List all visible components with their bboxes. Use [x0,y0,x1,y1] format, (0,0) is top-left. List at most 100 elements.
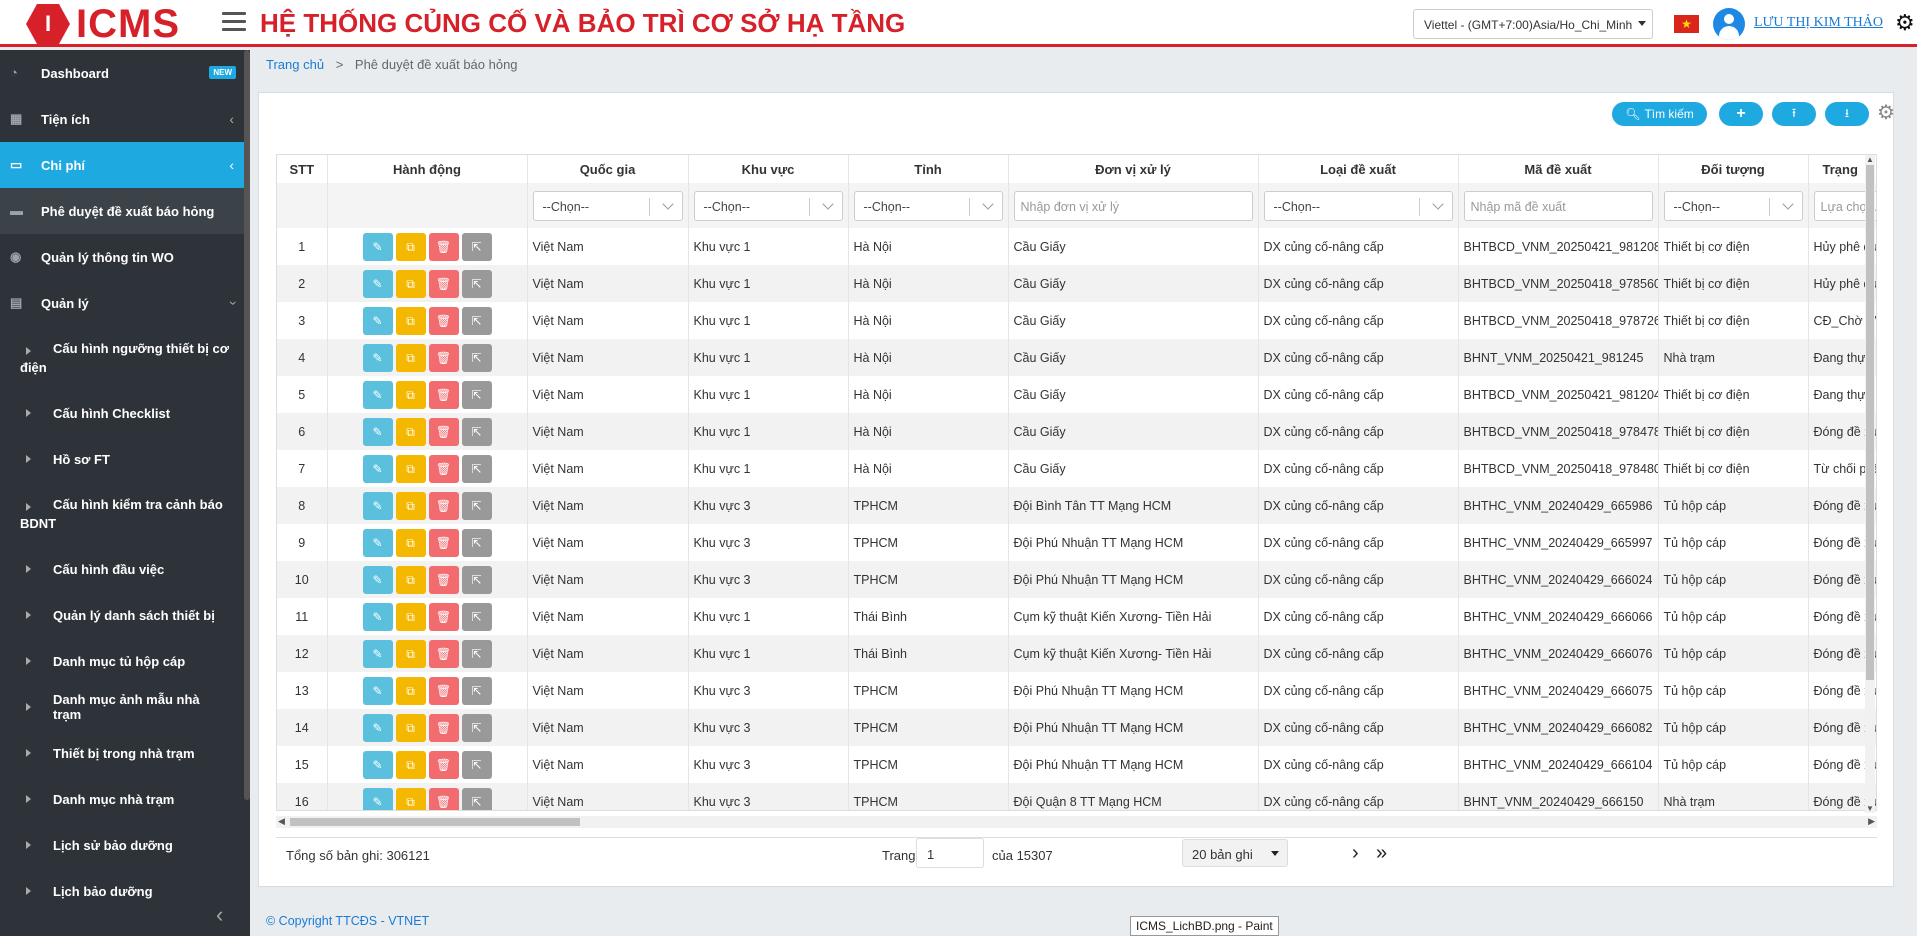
sidebar-item-chi-phi[interactable]: ▭ Chi phí ‹ [0,142,250,188]
scroll-down-icon[interactable]: ▼ [1866,804,1874,813]
edit-button[interactable]: ✎ [362,269,393,298]
delete-button[interactable]: 🗑︎ [428,602,459,631]
edit-button[interactable]: ✎ [362,306,393,335]
delete-button[interactable]: 🗑︎ [428,454,459,483]
scroll-thumb[interactable] [290,818,580,826]
edit-button[interactable]: ✎ [362,417,393,446]
delete-button[interactable]: 🗑︎ [428,417,459,446]
col-header-actions[interactable]: Hành động [327,155,528,183]
table-row[interactable]: 6✎⧉🗑︎⇱⚑Việt NamKhu vực 1Hà NộiCầu GiấyDX… [277,413,1876,450]
table-row[interactable]: 5✎⧉🗑︎⇱⚑Việt NamKhu vực 1Hà NộiCầu GiấyDX… [277,376,1876,413]
sidebar-subitem[interactable]: Quản lý danh sách thiết bị [0,592,250,638]
sidebar-item-phe-duyet[interactable]: ▬ Phê duyệt đề xuất báo hỏng [0,188,250,234]
copy-button[interactable]: ⧉ [395,417,426,446]
add-button[interactable]: + [1719,102,1763,126]
col-header-code[interactable]: Mã đề xuất [1458,155,1659,183]
delete-button[interactable]: 🗑︎ [428,639,459,668]
sidebar-subitem[interactable]: Cấu hình ngưỡng thiết bị cơ điện [0,326,250,390]
table-row[interactable]: 12✎⧉🗑︎⇱⚑Việt NamKhu vực 1Thái BìnhCụm kỹ… [277,635,1876,672]
delete-button[interactable]: 🗑︎ [428,713,459,742]
sidebar-item-dashboard[interactable]: ◔ Dashboard NEW [0,50,250,96]
col-header-country[interactable]: Quốc gia [527,155,689,183]
table-row[interactable]: 1✎⧉🗑︎⇱⚑Việt NamKhu vực 1Hà NộiCầu GiấyDX… [277,228,1876,265]
delete-button[interactable]: 🗑︎ [428,306,459,335]
copy-button[interactable]: ⧉ [395,343,426,372]
copy-button[interactable]: ⧉ [395,750,426,779]
sidebar-subitem[interactable]: Lịch sử bảo dưỡng [0,822,250,868]
table-row[interactable]: 8✎⧉🗑︎⇱⚑Việt NamKhu vực 3TPHCMĐội Bình Tâ… [277,487,1876,524]
collapse-sidebar-icon[interactable]: ‹ [216,904,223,926]
sidebar-subitem[interactable]: Lịch bảo dưỡng [0,868,250,914]
table-row[interactable]: 3✎⧉🗑︎⇱⚑Việt NamKhu vực 1Hà NộiCầu GiấyDX… [277,302,1876,339]
delete-button[interactable]: 🗑︎ [428,380,459,409]
table-row[interactable]: 11✎⧉🗑︎⇱⚑Việt NamKhu vực 1Thái BìnhCụm kỹ… [277,598,1876,635]
col-header-type[interactable]: Loại đề xuất [1258,155,1459,183]
edit-button[interactable]: ✎ [362,787,393,810]
unit-filter-input[interactable]: Nhập đơn vị xử lý [1013,190,1253,221]
copy-button[interactable]: ⧉ [395,454,426,483]
delete-button[interactable]: 🗑︎ [428,565,459,594]
delete-button[interactable]: 🗑︎ [428,750,459,779]
copy-button[interactable]: ⧉ [395,787,426,810]
scroll-right-icon[interactable]: ▶ [1868,816,1875,827]
sidebar-scrollbar[interactable] [244,50,250,800]
sidebar-subitem[interactable]: Cấu hình kiểm tra cảnh báo BDNT [0,482,250,546]
table-row[interactable]: 7✎⧉🗑︎⇱⚑Việt NamKhu vực 1Hà NộiCầu GiấyDX… [277,450,1876,487]
copy-button[interactable]: ⧉ [395,639,426,668]
col-header-unit[interactable]: Đơn vị xử lý [1008,155,1259,183]
edit-button[interactable]: ✎ [362,528,393,557]
sidebar-item-quan-ly-wo[interactable]: ◉ Quản lý thông tin WO [0,234,250,280]
sidebar-subitem[interactable]: Cấu hình đầu việc [0,546,250,592]
sidebar-item-quan-ly[interactable]: ▤ Quản lý ‹ [0,280,250,326]
last-page-icon[interactable]: » [1376,842,1387,865]
edit-button[interactable]: ✎ [362,232,393,261]
sidebar-subitem[interactable]: Danh mục nhà trạm [0,776,250,822]
delete-button[interactable]: 🗑︎ [428,232,459,261]
open-external-button[interactable]: ⇱ [461,528,492,557]
scroll-up-icon[interactable]: ▲ [1866,155,1874,164]
column-settings-gear-icon[interactable]: ⚙ [1877,103,1895,123]
object-filter-select[interactable]: --Chọn-- [1663,190,1803,221]
open-external-button[interactable]: ⇱ [461,454,492,483]
sidebar-item-tien-ich[interactable]: ▦ Tiện ích ‹ [0,96,250,142]
settings-gear-icon[interactable]: ⚙ [1895,12,1915,34]
table-row[interactable]: 4✎⧉🗑︎⇱⚑Việt NamKhu vực 1Hà NộiCầu GiấyDX… [277,339,1876,376]
delete-button[interactable]: 🗑︎ [428,343,459,372]
open-external-button[interactable]: ⇱ [461,639,492,668]
table-row[interactable]: 16✎⧉🗑︎⇱⚑Việt NamKhu vực 3TPHCMĐội Quận 8… [277,783,1876,810]
sidebar-subitem[interactable]: Thiết bị trong nhà trạm [0,730,250,776]
province-filter-select[interactable]: --Chọn-- [853,190,1003,221]
delete-button[interactable]: 🗑︎ [428,528,459,557]
col-header-stt[interactable]: STT [277,155,328,183]
edit-button[interactable]: ✎ [362,676,393,705]
edit-button[interactable]: ✎ [362,565,393,594]
copy-button[interactable]: ⧉ [395,380,426,409]
breadcrumb-home-link[interactable]: Trang chủ [266,57,324,72]
page-size-select[interactable]: 20 bản ghi [1182,839,1288,867]
open-external-button[interactable]: ⇱ [461,787,492,810]
delete-button[interactable]: 🗑︎ [428,491,459,520]
open-external-button[interactable]: ⇱ [461,676,492,705]
page-number-input[interactable]: 1 [916,838,984,868]
type-filter-select[interactable]: --Chọn-- [1263,190,1453,221]
col-header-object[interactable]: Đối tượng [1658,155,1809,183]
vietnam-flag-icon[interactable]: ★ [1674,15,1699,33]
sidebar-subitem[interactable]: Cấu hình Checklist [0,390,250,436]
open-external-button[interactable]: ⇱ [461,306,492,335]
country-filter-select[interactable]: --Chọn-- [532,190,683,221]
open-external-button[interactable]: ⇱ [461,565,492,594]
copy-button[interactable]: ⧉ [395,306,426,335]
copy-button[interactable]: ⧉ [395,713,426,742]
next-page-icon[interactable]: › [1352,842,1359,865]
scroll-left-icon[interactable]: ◀ [278,816,285,827]
logo[interactable]: I ICMS [26,2,180,46]
edit-button[interactable]: ✎ [362,602,393,631]
table-row[interactable]: 10✎⧉🗑︎⇱⚑Việt NamKhu vực 3TPHCMĐội Phú Nh… [277,561,1876,598]
table-row[interactable]: 15✎⧉🗑︎⇱⚑Việt NamKhu vực 3TPHCMĐội Phú Nh… [277,746,1876,783]
copy-button[interactable]: ⧉ [395,232,426,261]
open-external-button[interactable]: ⇱ [461,713,492,742]
open-external-button[interactable]: ⇱ [461,343,492,372]
copy-button[interactable]: ⧉ [395,491,426,520]
open-external-button[interactable]: ⇱ [461,380,492,409]
table-vertical-scrollbar[interactable]: ▲ ▼ [1865,155,1875,813]
